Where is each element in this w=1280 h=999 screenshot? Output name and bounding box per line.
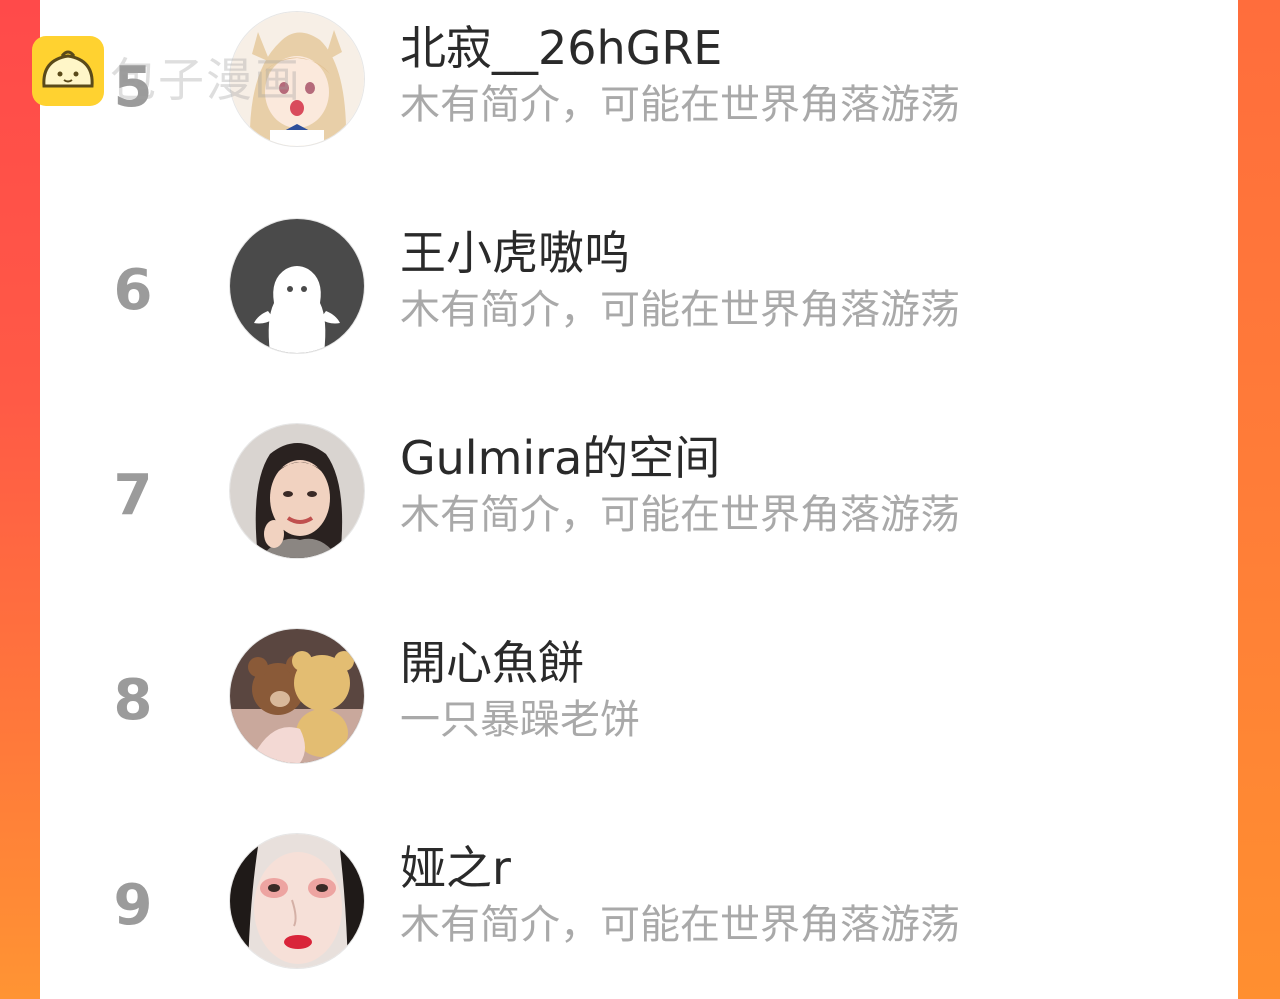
user-name[interactable]: Gulmira的空间 [400, 430, 720, 486]
user-avatar[interactable] [230, 629, 364, 763]
user-avatar[interactable] [230, 834, 364, 968]
user-avatar[interactable] [230, 219, 364, 353]
rank-number: 9 [113, 873, 153, 938]
rank-number: 8 [113, 668, 153, 733]
list-item[interactable]: 8 開心魚餅 一只暴躁老饼 [40, 615, 1238, 765]
bun-logo-icon [32, 36, 104, 106]
list-item[interactable]: 9 娅之r 木有简介，可能在世界角落游荡 [40, 820, 1238, 970]
list-item[interactable]: 6 王小虎嗷呜 木有简介，可能在世界角落游荡 [40, 205, 1238, 355]
user-bio: 一只暴躁老饼 [400, 697, 640, 743]
list-item[interactable]: 7 Gulmira的空间 木有简介，可能在世界角落游荡 [40, 410, 1238, 560]
user-bio: 木有简介，可能在世界角落游荡 [400, 287, 960, 333]
girl-portrait-avatar-icon [230, 834, 364, 968]
user-bio: 木有简介，可能在世界角落游荡 [400, 492, 960, 538]
rank-number: 6 [113, 258, 153, 323]
watermark-text: 包子漫画 [110, 53, 302, 107]
user-avatar[interactable] [230, 424, 364, 558]
woman-photo-avatar-icon [230, 424, 364, 558]
default-ghost-avatar-icon [230, 219, 364, 353]
teddy-bears-avatar-icon [230, 629, 364, 763]
user-bio: 木有简介，可能在世界角落游荡 [400, 82, 960, 128]
user-name[interactable]: 娅之r [400, 840, 511, 896]
user-name[interactable]: 北寂__26hGRE [400, 20, 722, 76]
user-name[interactable]: 開心魚餅 [400, 635, 584, 691]
ranking-list: 5 北寂__26hGRE 木有简介，可能在世界角落游荡 6 王小虎嗷呜 木有简介… [40, 0, 1238, 999]
right-gradient-border [1238, 0, 1280, 999]
user-name[interactable]: 王小虎嗷呜 [400, 225, 630, 281]
user-bio: 木有简介，可能在世界角落游荡 [400, 902, 960, 948]
rank-number: 7 [113, 463, 153, 528]
